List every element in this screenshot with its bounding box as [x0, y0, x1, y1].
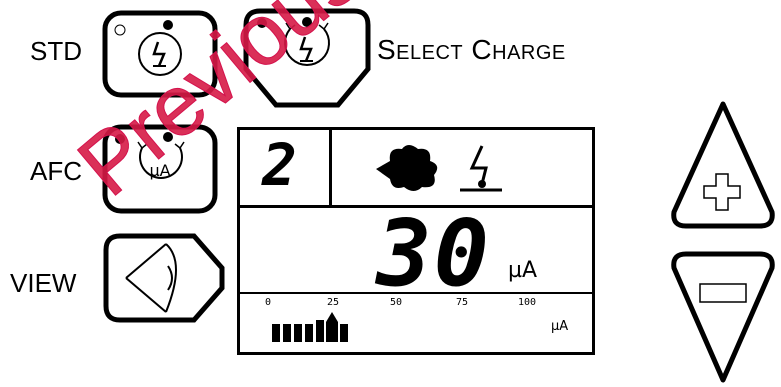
afc-led-icon: [115, 134, 125, 144]
tick-label: 75: [456, 297, 469, 308]
select-charge-button[interactable]: [242, 7, 372, 111]
display-divider-vertical: [329, 127, 332, 207]
level-bargraph: [272, 312, 348, 342]
charge-unit: µA: [508, 258, 538, 283]
cloud-icon: [376, 145, 438, 191]
std-label: STD: [30, 36, 82, 66]
increase-button[interactable]: [668, 98, 778, 232]
lightning-ground-icon: [460, 145, 502, 192]
afc-label: AFC: [30, 156, 82, 186]
tick-label: 0: [265, 297, 272, 308]
minus-icon: [699, 283, 747, 303]
lightning-bolt-circle-icon: [138, 20, 182, 76]
std-led-off-icon: [114, 24, 126, 36]
mode-number: 2: [262, 131, 297, 199]
decrease-button[interactable]: [668, 250, 778, 385]
lightning-bolt-circle-icon: [284, 17, 330, 66]
tick-label: 50: [390, 297, 403, 308]
select-charge-led-icon: [257, 18, 267, 28]
select-charge-label: Select Charge: [377, 34, 566, 65]
charge-value: 30: [376, 200, 491, 307]
plus-icon: [703, 173, 741, 211]
view-label: VIEW: [10, 268, 77, 298]
microamp-circle-icon: µA: [137, 132, 185, 180]
eye-icon: [125, 243, 177, 313]
tick-label: 100: [518, 297, 537, 308]
afc-button[interactable]: µA: [102, 124, 218, 214]
std-button[interactable]: [102, 10, 218, 98]
svg-text:µA: µA: [149, 161, 170, 180]
tick-label: 25: [327, 297, 340, 308]
view-button[interactable]: [102, 232, 226, 324]
bargraph-unit: µA: [551, 319, 569, 334]
